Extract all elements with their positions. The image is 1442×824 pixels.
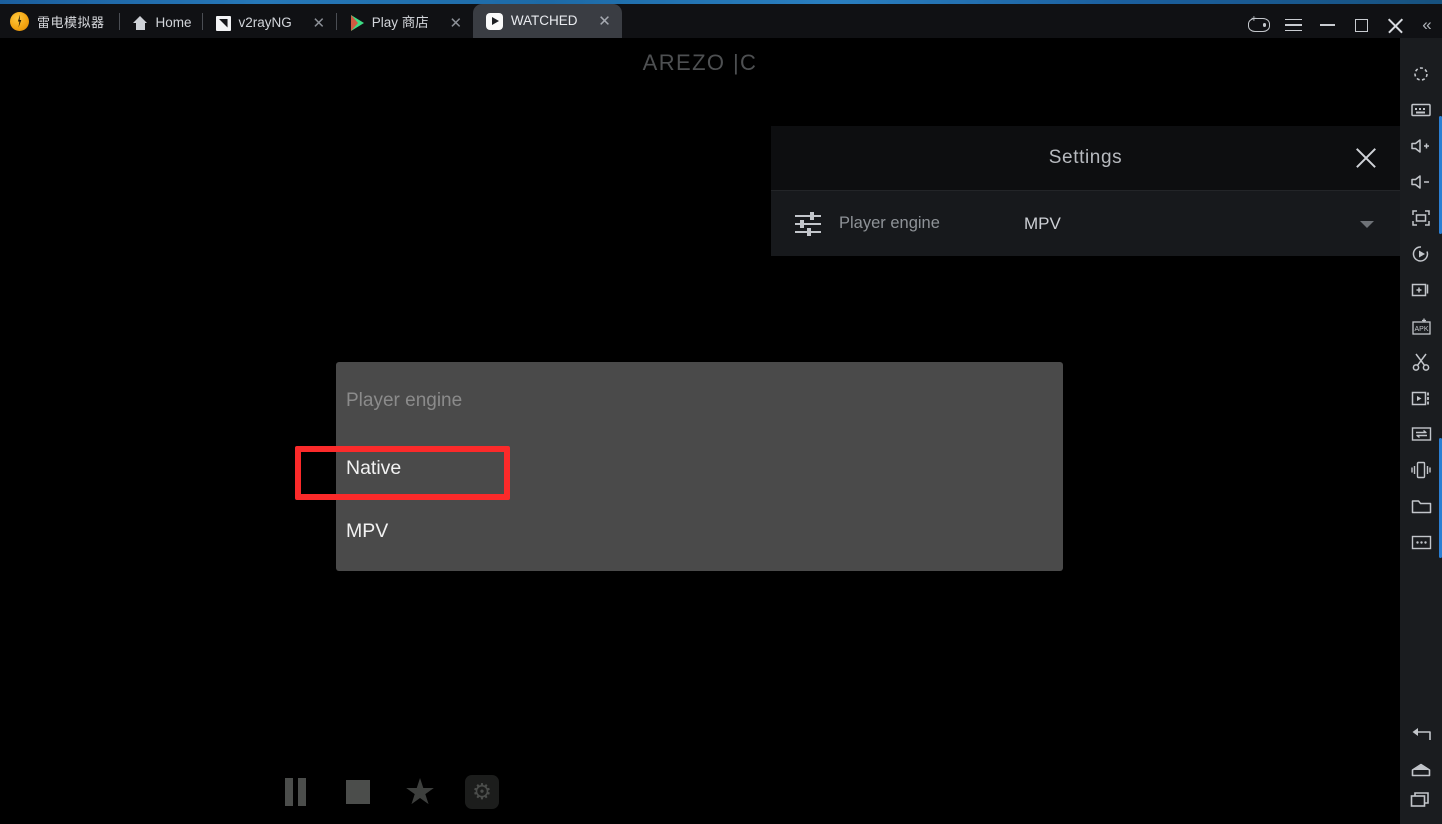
rotate-screen-icon [1411,64,1431,84]
ldplayer-logo-icon [10,11,29,31]
volume-up-button[interactable] [1400,128,1442,164]
dialog-option-mpv[interactable]: MPV [336,503,1063,559]
setting-row-player-engine[interactable]: Player engine MPV [771,190,1400,256]
back-nav-button[interactable] [1400,716,1442,752]
emulator-sidebar: APK [1400,38,1442,824]
v2rayng-icon [215,15,231,31]
page-title: AREZO |C [642,50,758,75]
home-nav-button[interactable] [1400,752,1442,788]
gear-icon: ⚙ [465,775,499,809]
emulator-screen: AREZO |C Settings Player engine MPV Play… [0,38,1400,824]
tab-label: Play 商店 [371,15,429,31]
tab-close-button[interactable]: ✕ [312,16,326,31]
volume-up-icon [1410,137,1432,155]
close-icon [1387,17,1404,34]
macro-record-button[interactable] [1400,236,1442,272]
minimize-button[interactable] [1310,8,1344,42]
titlebar: 雷电模拟器 Home v2rayNG ✕ Play 商店 ✕ WATCHED ✕… [0,4,1442,38]
shake-device-icon [1410,460,1432,480]
star-icon: ★ [403,771,437,812]
close-button[interactable] [1378,8,1412,42]
tab-label: v2rayNG [238,15,292,31]
brand: 雷电模拟器 [0,4,119,38]
gear-glyph: ⚙ [472,779,492,804]
settings-button[interactable]: ⚙ [461,771,503,813]
tab-label: Home [155,15,192,31]
hamburger-menu-icon [1284,18,1302,32]
home-icon [132,16,148,30]
screenshot-scissors-icon [1411,352,1431,372]
recents-nav-icon [1410,791,1432,808]
fullscreen-icon [1411,209,1431,227]
settings-title: Settings [1048,147,1123,168]
install-apk-button[interactable]: APK [1400,308,1442,344]
keyboard-icon [1411,102,1431,118]
svg-text:APK: APK [1414,325,1428,332]
file-transfer-icon [1411,426,1432,442]
tab-close-button[interactable]: ✕ [598,14,612,29]
tab-home[interactable]: Home [120,8,202,38]
recents-nav-button[interactable] [1400,788,1442,824]
favorite-button[interactable]: ★ [399,771,441,813]
window-buttons [1242,8,1412,42]
new-window-icon [1411,281,1431,299]
player-engine-dialog: Player engine Native MPV [336,362,1063,571]
tab-label: WATCHED [510,13,578,29]
tab-strip: Home v2rayNG ✕ Play 商店 ✕ WATCHED ✕ [118,4,622,38]
tab-watched[interactable]: WATCHED ✕ [472,4,622,38]
file-transfer-button[interactable] [1400,416,1442,452]
ldplayer-window: 雷电模拟器 Home v2rayNG ✕ Play 商店 ✕ WATCHED ✕… [0,0,1442,824]
shared-folder-icon [1411,498,1432,515]
pause-button[interactable] [275,771,317,813]
tab-play-store[interactable]: Play 商店 ✕ [337,8,473,38]
brand-name: 雷电模拟器 [37,14,105,30]
maximize-button[interactable] [1344,8,1378,42]
gamepad-icon [1248,15,1270,32]
settings-header: Settings [771,126,1400,190]
shake-device-button[interactable] [1400,452,1442,488]
gamepad-button[interactable] [1242,8,1276,42]
tab-v2rayng[interactable]: v2rayNG ✕ [203,8,336,38]
player-controls: ★ ⚙ [275,771,503,813]
fullscreen-button[interactable] [1400,200,1442,236]
more-options-button[interactable] [1400,524,1442,560]
keyboard-button[interactable] [1400,92,1442,128]
install-apk-icon: APK [1411,317,1432,336]
dialog-title: Player engine [346,390,463,411]
more-options-icon [1411,535,1432,550]
chevron-down-icon [1360,220,1374,228]
menu-button[interactable] [1276,8,1310,42]
settings-close-button[interactable] [1354,146,1378,170]
shared-folder-button[interactable] [1400,488,1442,524]
macro-record-icon [1411,244,1431,264]
pause-icon [285,778,307,806]
video-record-icon [1411,390,1432,407]
video-record-button[interactable] [1400,380,1442,416]
new-window-button[interactable] [1400,272,1442,308]
dialog-option-native[interactable]: Native [336,440,1063,496]
setting-value: MPV [1024,213,1061,233]
stop-button[interactable] [337,771,379,813]
volume-down-icon [1410,173,1432,191]
watched-icon [485,12,503,30]
tune-sliders-icon [795,211,821,236]
maximize-icon [1354,18,1368,32]
setting-label: Player engine [839,214,940,232]
play-store-icon [350,15,364,31]
volume-down-button[interactable] [1400,164,1442,200]
home-nav-icon [1410,762,1432,778]
settings-panel: Settings Player engine MPV [771,126,1400,256]
tab-close-button[interactable]: ✕ [449,16,463,31]
stop-icon [346,780,370,804]
back-nav-icon [1410,726,1432,742]
rotate-screen-button[interactable] [1400,56,1442,92]
screenshot-button[interactable] [1400,344,1442,380]
collapse-sidebar-button[interactable]: « [1412,8,1442,42]
minimize-icon [1319,24,1335,26]
